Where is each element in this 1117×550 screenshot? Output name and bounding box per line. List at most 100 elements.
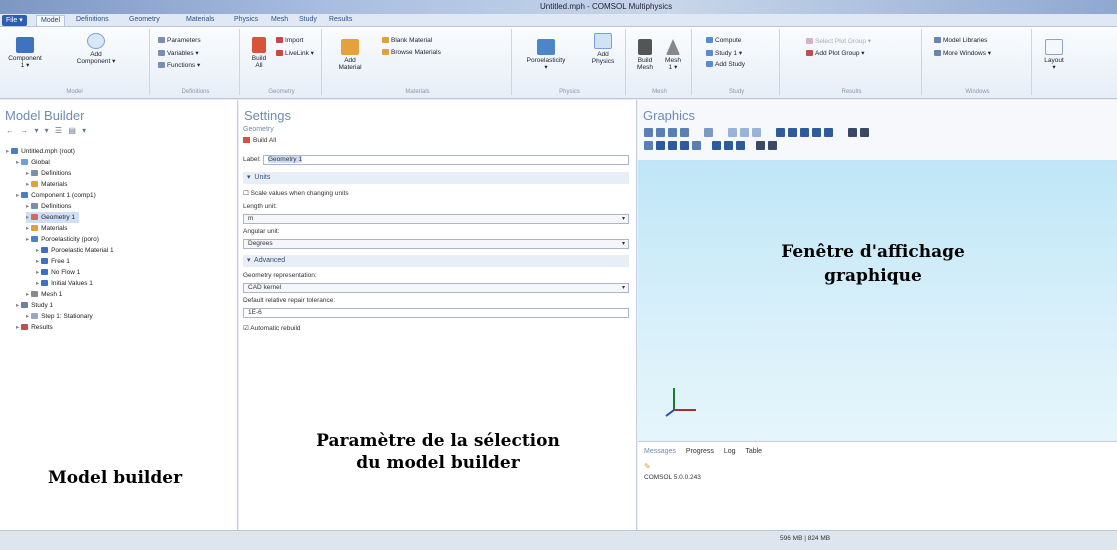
view-yz-icon[interactable]: [724, 141, 733, 150]
print-icon[interactable]: [860, 128, 869, 137]
browse-materials-button[interactable]: Browse Materials: [382, 49, 441, 56]
tree-node-icon: [21, 192, 29, 199]
select-boundary-icon[interactable]: [740, 128, 749, 137]
repair-tolerance-field[interactable]: 1E-6: [243, 308, 629, 318]
blank-material-button[interactable]: Blank Material: [382, 37, 432, 44]
zoom-box-icon[interactable]: [668, 128, 677, 137]
view-xy-icon[interactable]: [712, 141, 721, 150]
units-section[interactable]: ▾ Units: [243, 172, 629, 184]
label-field[interactable]: Geometry 1: [263, 155, 629, 165]
view-icon[interactable]: [824, 128, 833, 137]
select-edge-icon[interactable]: [752, 128, 761, 137]
tab-definitions[interactable]: Definitions: [72, 15, 113, 26]
tree-node[interactable]: ▸ Geometry 1: [6, 212, 114, 223]
select-icon[interactable]: [644, 141, 653, 150]
settings-annotation: Paramètre de la sélection du model build…: [316, 431, 560, 473]
variables-button[interactable]: Variables ▾: [158, 49, 199, 57]
functions-button[interactable]: Functions ▾: [158, 61, 200, 69]
more-windows-button[interactable]: More Windows ▾: [934, 49, 991, 57]
tab-log[interactable]: Log: [724, 448, 736, 455]
component-button[interactable]: Component 1 ▾: [6, 37, 44, 69]
tree-node[interactable]: ▸ Definitions: [6, 168, 114, 179]
ribbon-group-definitions: Parameters Variables ▾ Functions ▾ Defin…: [152, 29, 240, 95]
tree-node[interactable]: ▸ No Flow 1: [6, 267, 114, 278]
tree-node[interactable]: ▸ Materials: [6, 179, 114, 190]
mesh-button[interactable]: Mesh 1 ▾: [662, 39, 684, 71]
compute-button[interactable]: Compute: [706, 37, 741, 44]
angular-unit-select[interactable]: Degrees ▾: [243, 239, 629, 249]
tree-node[interactable]: ▸ Materials: [6, 223, 114, 234]
add-component-button[interactable]: Add Component ▾: [70, 33, 122, 65]
tree-node-label: Poroelasticity (poro): [41, 236, 99, 243]
render-mesh-icon[interactable]: [812, 128, 821, 137]
transparency-icon[interactable]: [788, 128, 797, 137]
tree-node[interactable]: ▸ Step 1: Stationary: [6, 311, 114, 322]
study1-button[interactable]: Study 1 ▾: [706, 49, 742, 57]
tab-table[interactable]: Table: [745, 448, 762, 455]
select-all-icon[interactable]: [656, 141, 665, 150]
tree-node[interactable]: ▸ Poroelastic Material 1: [6, 245, 114, 256]
graphics-viewport[interactable]: Fenêtre d'affichage graphique: [638, 160, 1117, 440]
tree-node[interactable]: ▸ Initial Values 1: [6, 278, 114, 289]
image-snapshot-icon[interactable]: [756, 141, 765, 150]
wireframe-icon[interactable]: [776, 128, 785, 137]
tab-model[interactable]: Model: [36, 15, 66, 26]
tab-messages[interactable]: Messages: [644, 448, 676, 455]
tab-study[interactable]: Study: [295, 15, 321, 26]
tree-node[interactable]: ▸ Untitled.mph (root): [6, 146, 114, 157]
model-builder-toolbar[interactable]: ← → ▾ ▾ ☰ ▤ ▾: [6, 126, 88, 135]
tree-node[interactable]: ▸ Results: [6, 322, 114, 333]
add-physics-button[interactable]: Add Physics: [588, 33, 618, 65]
poroelasticity-button[interactable]: Poroelasticity ▾: [522, 39, 570, 71]
tree-node-label: Initial Values 1: [51, 280, 93, 287]
tab-results[interactable]: Results: [325, 15, 356, 26]
select-plot-group-button[interactable]: Select Plot Group ▾: [806, 37, 871, 45]
tree-node[interactable]: ▸ Definitions: [6, 201, 114, 212]
group-label-windows: Windows: [965, 89, 990, 95]
zoom-in-icon[interactable]: [644, 128, 653, 137]
add-study-button[interactable]: Add Study: [706, 61, 745, 68]
tree-node[interactable]: ▸ Global: [6, 157, 114, 168]
import-button[interactable]: Import: [276, 37, 303, 44]
build-all-button[interactable]: Build All: [248, 37, 270, 69]
hide-icon[interactable]: [680, 141, 689, 150]
tree-node[interactable]: ▸ Mesh 1: [6, 289, 114, 300]
length-unit-caption: Length unit:: [243, 203, 277, 210]
tree-node[interactable]: ▸ Free 1: [6, 256, 114, 267]
clear-icon[interactable]: ✎: [644, 462, 651, 471]
tab-progress[interactable]: Progress: [686, 448, 714, 455]
tab-geometry[interactable]: Geometry: [125, 15, 164, 26]
geometry-representation-select[interactable]: CAD kernel ▾: [243, 283, 629, 293]
tab-file[interactable]: File ▾: [2, 15, 27, 26]
automatic-rebuild-checkbox[interactable]: ☑ Automatic rebuild: [243, 324, 301, 332]
tree-node[interactable]: ▸ Poroelasticity (poro): [6, 234, 114, 245]
export-icon[interactable]: [768, 141, 777, 150]
tab-mesh[interactable]: Mesh: [267, 15, 292, 26]
build-all-settings-button[interactable]: Build All: [243, 137, 276, 144]
zoom-extents-icon[interactable]: [680, 128, 689, 137]
scale-values-checkbox[interactable]: ☐ Scale values when changing units: [243, 189, 349, 197]
scene-light-icon[interactable]: [800, 128, 809, 137]
tree-node-label: Results: [31, 324, 53, 331]
build-mesh-button[interactable]: Build Mesh: [634, 39, 656, 71]
zoom-out-icon[interactable]: [656, 128, 665, 137]
reset-view-icon[interactable]: [692, 141, 701, 150]
view-zx-icon[interactable]: [736, 141, 745, 150]
chevron-down-icon: ▾: [621, 241, 625, 247]
model-libraries-button[interactable]: Model Libraries: [934, 37, 987, 44]
clear-selection-icon[interactable]: [668, 141, 677, 150]
layout-button[interactable]: Layout ▾: [1040, 39, 1068, 71]
tree-node[interactable]: ▸ Study 1: [6, 300, 114, 311]
parameters-button[interactable]: Parameters: [158, 37, 201, 44]
add-material-button[interactable]: Add Material: [336, 39, 364, 71]
tab-materials[interactable]: Materials: [182, 15, 218, 26]
add-plot-group-button[interactable]: Add Plot Group ▾: [806, 49, 865, 57]
axis-orientation-icon[interactable]: [704, 128, 713, 137]
length-unit-select[interactable]: m ▾: [243, 214, 629, 224]
screenshot-icon[interactable]: [848, 128, 857, 137]
tree-node[interactable]: ▸ Component 1 (comp1): [6, 190, 114, 201]
livelink-button[interactable]: LiveLink ▾: [276, 49, 314, 57]
tab-physics[interactable]: Physics: [230, 15, 262, 26]
select-domain-icon[interactable]: [728, 128, 737, 137]
advanced-section[interactable]: ▾ Advanced: [243, 255, 629, 267]
